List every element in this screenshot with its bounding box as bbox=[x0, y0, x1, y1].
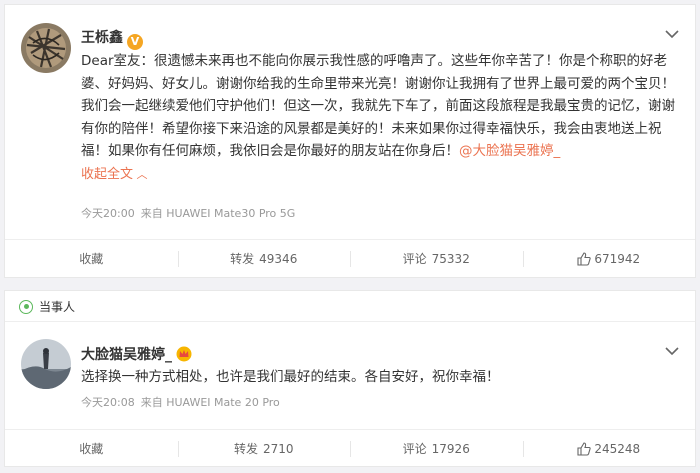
comment-button[interactable]: 评论 75332 bbox=[350, 240, 523, 277]
post-text: 选择换一种方式相处，也许是我们最好的结束。各自安好，祝你幸福！ bbox=[81, 369, 500, 385]
chevron-up-icon: ︿ bbox=[133, 167, 148, 181]
repost-label: 转发 bbox=[230, 252, 255, 266]
collapse-link[interactable]: 收起全文 ︿ bbox=[81, 163, 683, 187]
like-button[interactable]: 245248 bbox=[522, 430, 696, 467]
post-text: Dear室友：很遗憾未来再也不能向你展示我性感的呼噜声了。这些年你辛苦了！你是个… bbox=[81, 53, 675, 159]
repost-button[interactable]: 转发 2710 bbox=[177, 430, 351, 467]
party-tag-label: 当事人 bbox=[39, 300, 76, 314]
repost-label: 转发 bbox=[233, 442, 258, 456]
avatar[interactable] bbox=[21, 339, 71, 389]
post-time[interactable]: 今天20:00 bbox=[81, 207, 135, 220]
thumbs-up-icon bbox=[577, 441, 592, 456]
party-tag: 当事人 bbox=[19, 298, 75, 315]
post-card-1: 王栎鑫 V Dear室友：很遗憾未来再也不能向你展示我性感的呼噜声了。这些年你辛苦… bbox=[4, 4, 696, 278]
like-count: 671942 bbox=[594, 251, 641, 266]
repost-count: 49346 bbox=[259, 251, 298, 266]
action-bar: 收藏 转发 49346 评论 75332 671942 bbox=[5, 239, 695, 277]
post-source: 来自 HUAWEI Mate30 Pro 5G bbox=[140, 207, 296, 220]
chevron-down-icon[interactable] bbox=[665, 346, 679, 356]
thumbs-up-icon bbox=[577, 251, 592, 266]
post-meta: 今天20:00 来自 HUAWEI Mate30 Pro 5G bbox=[81, 205, 295, 221]
party-tag-icon bbox=[19, 299, 33, 314]
comment-label: 评论 bbox=[402, 252, 427, 266]
comment-label: 评论 bbox=[402, 442, 427, 456]
crown-badge-icon bbox=[176, 346, 192, 362]
favorite-label: 收藏 bbox=[79, 252, 104, 266]
like-button[interactable]: 671942 bbox=[522, 240, 696, 277]
mention-link[interactable]: @大脸猫吴雅婷_ bbox=[459, 143, 560, 159]
favorite-button[interactable]: 收藏 bbox=[5, 430, 178, 467]
divider bbox=[5, 321, 695, 322]
favorite-button[interactable]: 收藏 bbox=[5, 240, 178, 277]
post-body: 选择换一种方式相处，也许是我们最好的结束。各自安好，祝你幸福！ bbox=[81, 366, 683, 389]
action-bar: 收藏 转发 2710 评论 17926 245248 bbox=[5, 429, 695, 467]
comment-count: 17926 bbox=[431, 441, 470, 456]
repost-button[interactable]: 转发 49346 bbox=[177, 240, 351, 277]
favorite-label: 收藏 bbox=[79, 442, 104, 456]
comment-count: 75332 bbox=[431, 251, 470, 266]
post-source: 来自 HUAWEI Mate 20 Pro bbox=[140, 396, 280, 409]
post-meta: 今天20:08 来自 HUAWEI Mate 20 Pro bbox=[81, 394, 280, 410]
post-card-2: 当事人 大脸猫吴雅婷_ 选择换一种方式相处，也许是我们最好的结束。各自安好，祝你… bbox=[4, 290, 696, 467]
chevron-down-icon[interactable] bbox=[665, 29, 679, 39]
verified-badge-icon: V bbox=[127, 34, 143, 50]
author-name[interactable]: 王栎鑫 V bbox=[81, 27, 143, 50]
collapse-label: 收起全文 bbox=[81, 166, 134, 182]
avatar[interactable] bbox=[21, 23, 71, 73]
repost-count: 2710 bbox=[262, 441, 294, 456]
like-count: 245248 bbox=[594, 441, 641, 456]
post-body: Dear室友：很遗憾未来再也不能向你展示我性感的呼噜声了。这些年你辛苦了！你是个… bbox=[81, 50, 683, 186]
author-name[interactable]: 大脸猫吴雅婷_ bbox=[81, 344, 192, 364]
comment-button[interactable]: 评论 17926 bbox=[350, 430, 523, 467]
post-time[interactable]: 今天20:08 bbox=[81, 396, 135, 409]
